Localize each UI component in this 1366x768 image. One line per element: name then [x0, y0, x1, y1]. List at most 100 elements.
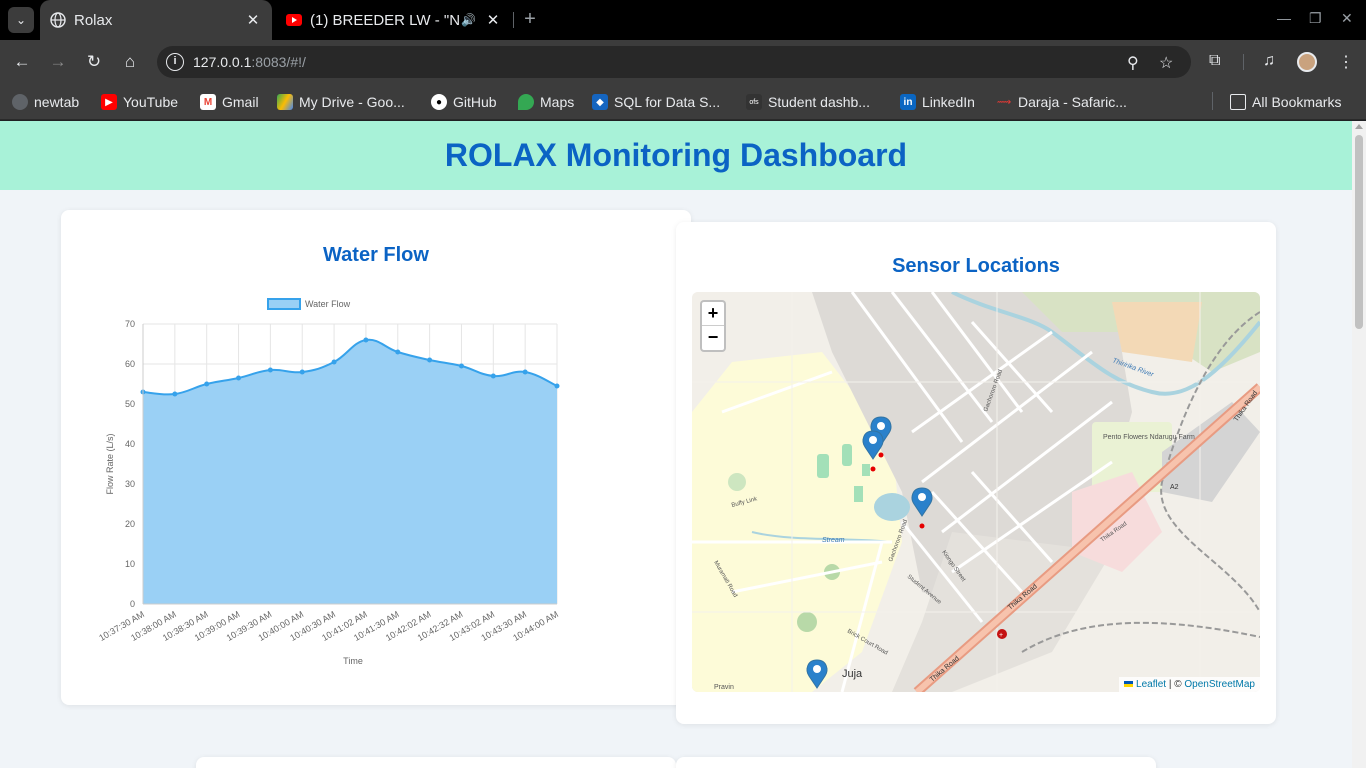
bookmark-youtube[interactable]: ▶ YouTube: [101, 92, 178, 112]
drive-icon: [277, 94, 293, 110]
map-attribution: Leaflet | © OpenStreetMap: [1119, 677, 1260, 692]
data-point: [172, 391, 178, 397]
y-tick-label: 40: [125, 439, 135, 449]
url-text[interactable]: 127.0.0.1:8083/#!/: [193, 54, 306, 70]
data-point: [427, 357, 433, 363]
close-icon[interactable]: ✕: [484, 11, 502, 29]
data-point: [331, 359, 337, 365]
x-axis-label: Time: [343, 656, 363, 666]
bookmark-gmail[interactable]: M Gmail: [200, 92, 259, 112]
data-point: [395, 349, 401, 355]
chevron-down-icon: ⌄: [15, 13, 27, 27]
zoom-magnifier-icon[interactable]: ⚲: [1127, 53, 1139, 73]
gmail-icon: M: [200, 94, 216, 110]
linkedin-icon: in: [900, 94, 916, 110]
bookmark-sql[interactable]: ◆ SQL for Data S...: [592, 92, 720, 112]
water-flow-chart[interactable]: 01020304050607010:37:30 AM10:38:00 AM10:…: [81, 288, 681, 708]
toolbar-divider: [1243, 54, 1244, 70]
speaker-icon[interactable]: 🔊: [461, 13, 476, 27]
tab-search-button[interactable]: ⌄: [8, 7, 34, 33]
tab-divider: [513, 12, 514, 28]
page-viewport: ROLAX Monitoring Dashboard Water Flow 0 1…: [0, 121, 1352, 768]
scrollbar-thumb[interactable]: [1355, 135, 1363, 329]
map-label-stream: Stream: [822, 537, 845, 544]
bookmark-linkedin[interactable]: in LinkedIn: [900, 92, 975, 112]
zoom-in-button[interactable]: +: [702, 302, 724, 326]
legend-swatch: [267, 298, 301, 310]
forward-arrow-icon[interactable]: →: [46, 50, 70, 74]
map-pin-icon: [518, 94, 534, 110]
map-label-pravin: Pravin: [714, 684, 734, 691]
map-zoom-control: + −: [700, 300, 726, 352]
star-icon[interactable]: ☆: [1159, 53, 1173, 73]
leaflet-link[interactable]: Leaflet: [1136, 679, 1166, 690]
bookmark-newtab[interactable]: newtab: [12, 92, 79, 112]
scroll-up-arrow-icon[interactable]: [1355, 124, 1363, 129]
page-header: ROLAX Monitoring Dashboard: [0, 121, 1352, 190]
address-bar[interactable]: i 127.0.0.1:8083/#!/ ⚲ ☆: [157, 46, 1191, 78]
folder-icon: [1230, 94, 1246, 110]
home-icon[interactable]: ⌂: [118, 50, 142, 74]
ukraine-flag-icon: [1124, 681, 1134, 688]
bookmark-daraja[interactable]: ⟿ Daraja - Safaric...: [996, 92, 1127, 112]
github-icon: ●: [431, 94, 447, 110]
back-arrow-icon[interactable]: ←: [10, 50, 34, 74]
map-tiles[interactable]: + Juja Pravin Pento Flowers Ndarugu Farm…: [692, 292, 1260, 692]
site-info-icon[interactable]: i: [166, 53, 184, 71]
y-tick-label: 50: [125, 399, 135, 409]
bookmark-drive[interactable]: My Drive - Goo...: [277, 92, 405, 112]
sensor-map[interactable]: + Juja Pravin Pento Flowers Ndarugu Farm…: [692, 292, 1260, 692]
tab-title: (1) BREEDER LW - "NI: [310, 11, 462, 29]
student-icon: ofs: [746, 94, 762, 110]
globe-icon: [50, 12, 66, 28]
y-tick-label: 10: [125, 559, 135, 569]
reload-icon[interactable]: ↻: [82, 50, 106, 74]
bottom-card-left: [196, 757, 676, 768]
data-point: [490, 373, 496, 379]
map-label-juja: Juja: [842, 668, 863, 680]
extensions-icon[interactable]: ⧉: [1209, 52, 1220, 70]
data-point: [554, 383, 560, 389]
media-control-icon[interactable]: ♫: [1263, 52, 1275, 70]
data-point: [522, 369, 528, 375]
svg-text:+: +: [999, 632, 1003, 639]
y-tick-label: 70: [125, 319, 135, 329]
sensor-locations-card: Sensor Locations + Juja Pravin Pento Flo…: [676, 222, 1276, 724]
avatar[interactable]: [1297, 52, 1317, 72]
data-point: [267, 367, 273, 373]
y-tick-label: 30: [125, 479, 135, 489]
legend-label: Water Flow: [305, 299, 351, 309]
sql-icon: ◆: [592, 94, 608, 110]
bookmarks-divider: [1212, 92, 1213, 110]
data-point: [363, 337, 369, 343]
y-tick-label: 0: [130, 599, 135, 609]
maximize-icon[interactable]: ❐: [1309, 10, 1322, 27]
bookmark-github[interactable]: ● GitHub: [431, 92, 497, 112]
osm-link[interactable]: OpenStreetMap: [1184, 679, 1255, 690]
attribution-separator: | ©: [1166, 679, 1185, 690]
data-point: [299, 369, 305, 375]
window-close-icon[interactable]: ✕: [1341, 10, 1353, 27]
menu-dots-icon[interactable]: ⋮: [1338, 52, 1354, 72]
daraja-icon: ⟿: [996, 94, 1012, 110]
tab-rolax[interactable]: Rolax ✕: [40, 0, 272, 40]
minimize-icon[interactable]: —: [1277, 10, 1291, 26]
y-axis-label: Flow Rate (L/s): [105, 433, 115, 494]
close-icon[interactable]: ✕: [244, 11, 262, 29]
bookmark-maps[interactable]: Maps: [518, 92, 574, 112]
bookmarks-bar: newtab ▶ YouTube M Gmail My Drive - Goo.…: [0, 84, 1366, 120]
zoom-out-button[interactable]: −: [702, 326, 724, 350]
tab-youtube[interactable]: (1) BREEDER LW - "NI 🔊 ✕: [276, 0, 512, 40]
page-title: ROLAX Monitoring Dashboard: [444, 137, 908, 173]
page-scrollbar[interactable]: [1352, 121, 1366, 768]
bottom-card-right: [676, 757, 1156, 768]
bookmark-student-dashboard[interactable]: ofs Student dashb...: [746, 92, 870, 112]
map-label-a2: A2: [1170, 484, 1179, 491]
map-label-farm: Pento Flowers Ndarugu Farm: [1103, 434, 1195, 441]
new-tab-button[interactable]: +: [520, 8, 540, 32]
data-point: [236, 375, 242, 381]
youtube-icon: ▶: [101, 94, 117, 110]
all-bookmarks-button[interactable]: All Bookmarks: [1230, 92, 1341, 112]
youtube-icon: [286, 14, 302, 26]
tab-bar: ⌄ Rolax ✕ (1) BREEDER LW - "NI 🔊 ✕ + — ❐…: [0, 0, 1366, 40]
